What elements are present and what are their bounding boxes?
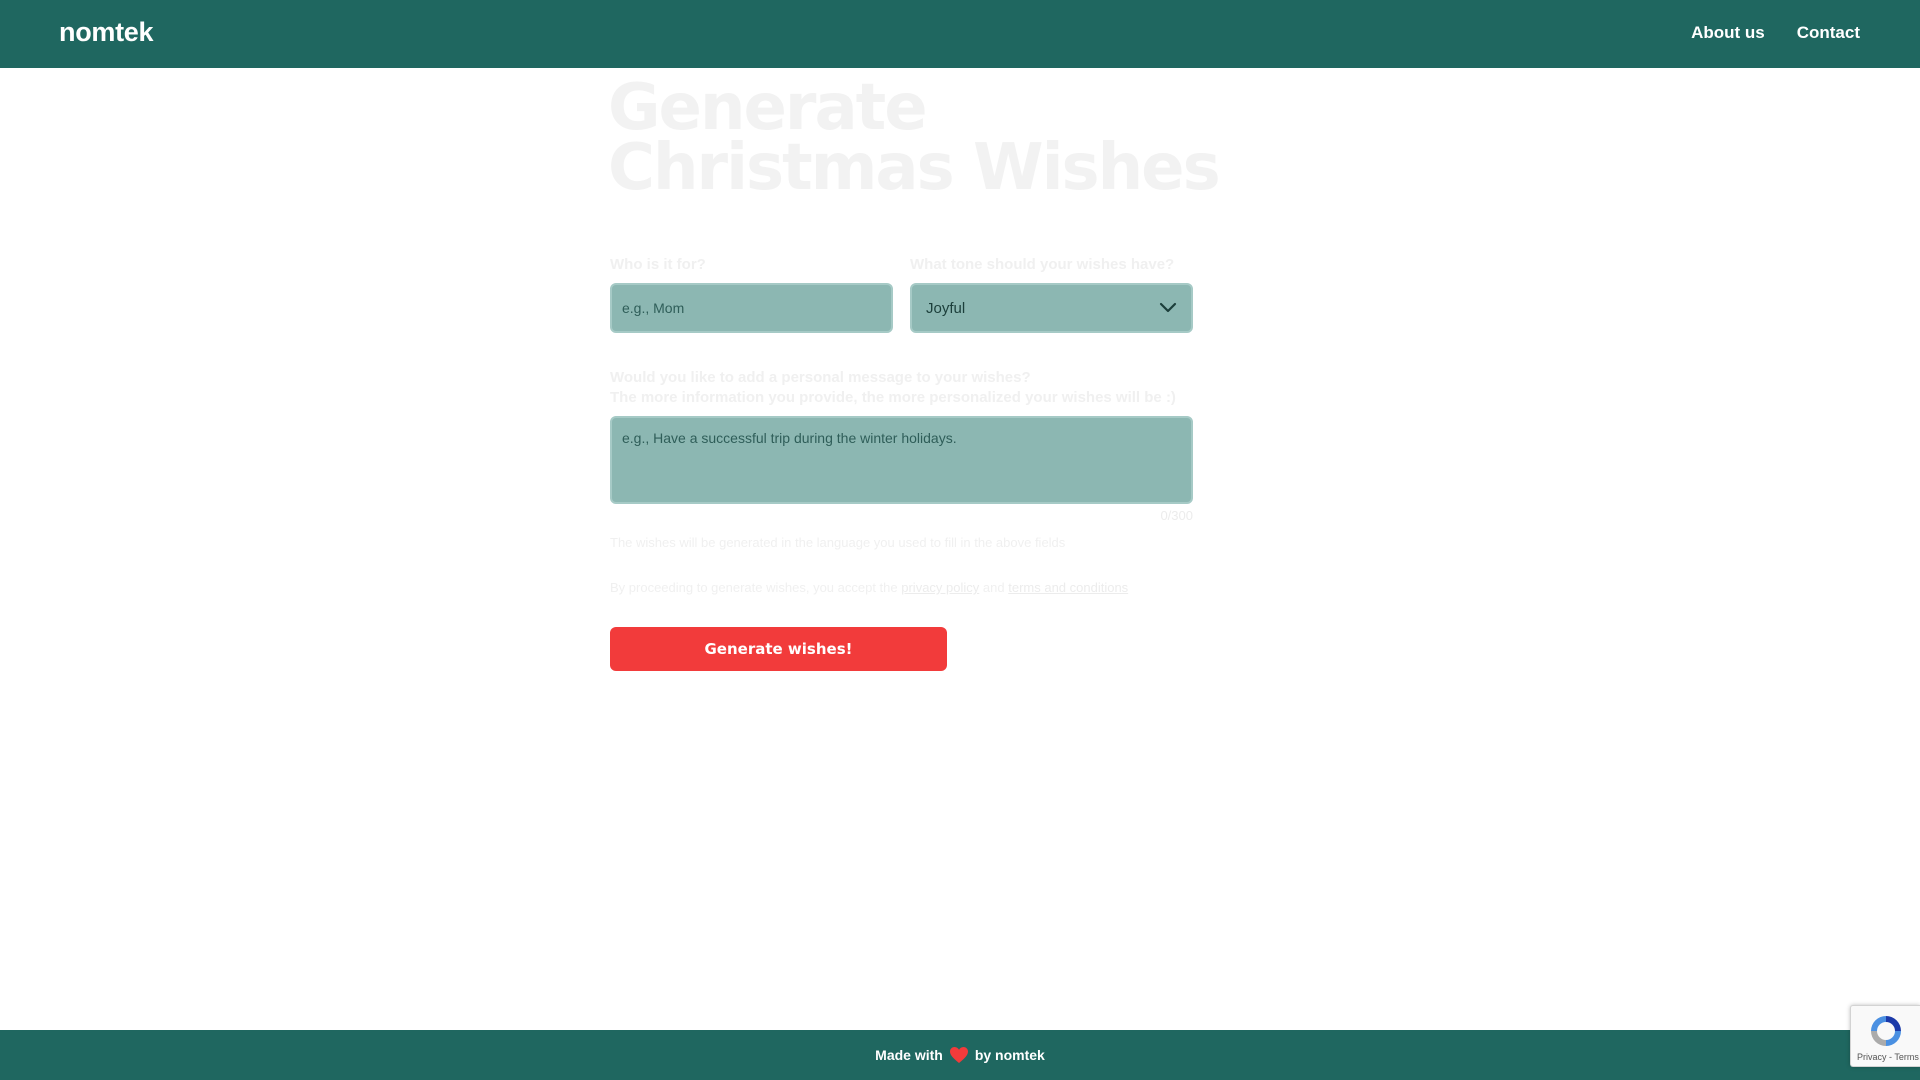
generate-wishes-button[interactable]: Generate wishes!: [610, 627, 947, 671]
nav-link-contact[interactable]: Contact: [1797, 23, 1860, 43]
message-label: Would you like to add a personal message…: [610, 368, 1176, 408]
recaptcha-terms[interactable]: Privacy - Terms: [1857, 1052, 1919, 1062]
tone-label: What tone should your wishes have?: [910, 256, 1175, 273]
tone-select-value: Joyful: [926, 299, 966, 317]
top-navbar: nomtek About us Contact: [0, 0, 1920, 68]
tone-select[interactable]: Joyful: [910, 283, 1193, 333]
heart-icon: [949, 1047, 968, 1063]
message-label-hint: The more information you provide, the mo…: [610, 389, 1176, 406]
personal-message-textarea[interactable]: [610, 416, 1193, 504]
privacy-policy-link[interactable]: privacy policy: [901, 580, 979, 595]
page-title-line-1: Generate: [608, 71, 928, 145]
message-label-question: Would you like to add a personal message…: [610, 369, 1031, 386]
brand-logo[interactable]: nomtek: [59, 17, 154, 48]
footer-by: by nomtek: [974, 1047, 1045, 1063]
footer: Made with by nomtek: [0, 1030, 1920, 1080]
legal-note: By proceeding to generate wishes, you ac…: [610, 580, 1128, 595]
page-title-line-2: Christmas Wishes: [608, 131, 1221, 205]
main-nav: About us Contact: [1691, 23, 1860, 43]
terms-link[interactable]: terms and conditions: [1008, 580, 1128, 595]
legal-note-and: and: [982, 580, 1005, 595]
footer-made-with: Made with: [875, 1047, 943, 1063]
character-counter: 0/300: [1160, 508, 1193, 523]
recipient-label: Who is it for?: [610, 256, 706, 273]
language-note: The wishes will be generated in the lang…: [610, 535, 1066, 550]
page-title: Generate Christmas Wishes: [608, 71, 1308, 205]
chevron-down-icon: [1159, 302, 1177, 313]
recipient-input[interactable]: [610, 283, 893, 333]
nav-link-about-us[interactable]: About us: [1691, 23, 1765, 43]
legal-note-prefix: By proceeding to generate wishes, you ac…: [610, 580, 898, 595]
recaptcha-icon: [1871, 1016, 1901, 1046]
recaptcha-badge[interactable]: Privacy - Terms: [1850, 1005, 1920, 1067]
